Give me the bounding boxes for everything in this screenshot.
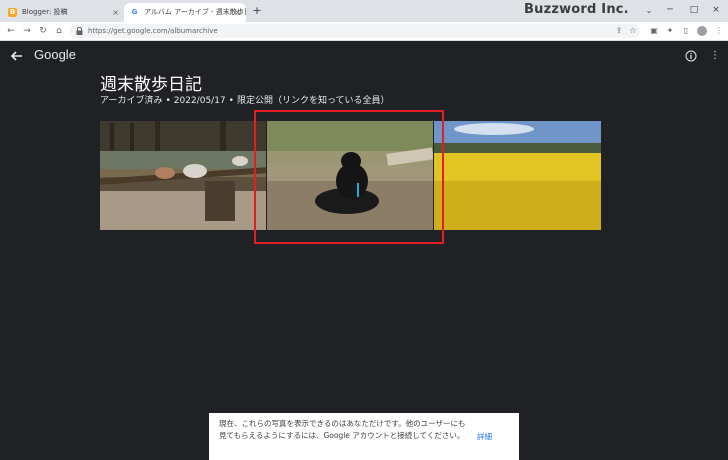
photo-rapeseed-field[interactable] — [434, 121, 601, 230]
google-icon: G — [130, 8, 139, 17]
tab-close-icon[interactable]: × — [234, 3, 241, 22]
more-options-icon[interactable]: ⋮ — [709, 50, 721, 62]
album-date: 2022/05/17 — [173, 96, 226, 106]
account-connect-notice: 現在、これらの写真を表示できるのはあなただけです。他のユーザーにも見てもらえるよ… — [209, 413, 519, 460]
visibility-label[interactable]: 限定公開（リンクを知っている全員） — [237, 96, 390, 106]
side-panel-icon[interactable]: ▯ — [680, 25, 692, 37]
album-archive-header: Google ⋮ — [0, 41, 728, 71]
lock-icon — [76, 27, 83, 35]
tab-label: アルバム アーカイブ - 週末散歩日記 — [144, 8, 246, 16]
close-window-button[interactable]: × — [706, 2, 726, 18]
browser-menu-icon[interactable]: ⋮ — [713, 25, 725, 37]
address-bar[interactable]: https://get.google.com/albumarchive — [70, 24, 640, 38]
info-icon[interactable] — [685, 50, 697, 62]
meta-separator: • — [165, 96, 171, 106]
bookmark-star-icon[interactable]: ☆ — [627, 25, 639, 37]
photo-goats-on-bridge[interactable] — [100, 121, 266, 230]
maximize-button[interactable]: □ — [684, 2, 704, 18]
album-meta: アーカイブ済み • 2022/05/17 • 限定公開（リンクを知っている全員） — [100, 93, 390, 106]
tab-search-icon[interactable]: ⌄ — [642, 4, 656, 18]
tab-close-icon[interactable]: × — [112, 3, 119, 22]
forward-nav-icon[interactable]: → — [20, 24, 34, 38]
blogger-icon: B — [8, 8, 17, 17]
album-title: 週末散歩日記 — [100, 75, 202, 95]
selection-highlight — [254, 110, 444, 244]
new-tab-button[interactable]: + — [250, 4, 264, 18]
share-icon[interactable]: ⇪ — [613, 25, 625, 37]
tab-blogger[interactable]: B Blogger: 投稿 × — [2, 3, 124, 22]
puzzle-icon[interactable]: ✦ — [664, 25, 676, 37]
extension-icon[interactable]: ▣ — [648, 25, 660, 37]
browser-tab-bar: B Blogger: 投稿 × G アルバム アーカイブ - 週末散歩日記 × … — [0, 0, 728, 22]
brand-watermark: Buzzword Inc. — [524, 2, 629, 17]
minimize-button[interactable]: ─ — [660, 2, 680, 18]
home-icon[interactable]: ⌂ — [52, 24, 66, 38]
profile-avatar-icon[interactable] — [697, 26, 707, 36]
tab-album-archive[interactable]: G アルバム アーカイブ - 週末散歩日記 × — [124, 3, 246, 22]
tab-label: Blogger: 投稿 — [22, 8, 68, 16]
notice-text: 現在、これらの写真を表示できるのはあなただけです。他のユーザーにも見てもらえるよ… — [219, 419, 466, 440]
back-arrow-icon[interactable] — [10, 49, 24, 63]
reload-icon[interactable]: ↻ — [36, 24, 50, 38]
browser-toolbar: ← → ↻ ⌂ https://get.google.com/albumarch… — [0, 22, 728, 41]
meta-separator: • — [228, 96, 234, 106]
url-text: https://get.google.com/albumarchive — [88, 27, 218, 35]
google-logo[interactable]: Google — [34, 47, 76, 62]
details-link[interactable]: 詳細 — [477, 431, 492, 442]
archive-status: アーカイブ済み — [100, 96, 163, 106]
back-nav-icon[interactable]: ← — [4, 24, 18, 38]
